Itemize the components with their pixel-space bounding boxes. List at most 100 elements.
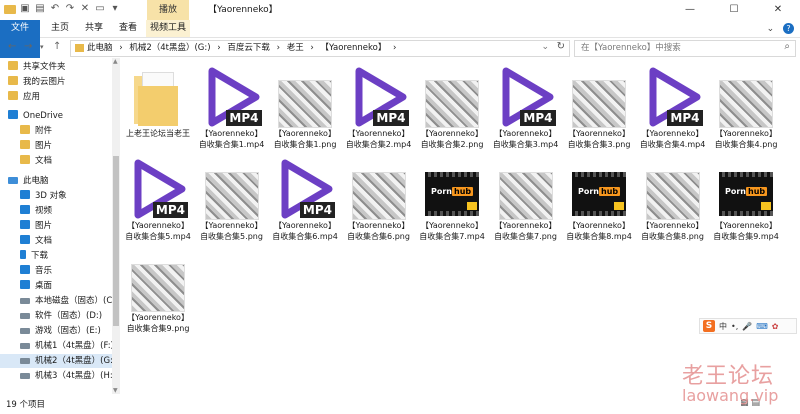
crumb-item[interactable]: 百度云下载: [227, 43, 270, 53]
file-item[interactable]: 上老王论坛当老王: [124, 62, 192, 152]
scroll-up-icon[interactable]: ▲: [113, 58, 118, 65]
ime-language[interactable]: 中: [719, 321, 727, 332]
sidebar-item-this-pc[interactable]: 此电脑: [8, 174, 49, 188]
sogou-logo-icon[interactable]: S: [703, 320, 715, 332]
file-item[interactable]: MP4 【Yaorenneko】自收集合集4.mp4: [639, 62, 707, 152]
help-icon[interactable]: ?: [783, 23, 794, 34]
sidebar-item-onedrive[interactable]: OneDrive: [8, 109, 63, 123]
sidebar-item-drive-e[interactable]: 游戏（固态）(E:): [20, 324, 101, 338]
crumb-separator[interactable]: ›: [217, 43, 220, 53]
delete-icon[interactable]: ✕: [79, 3, 91, 15]
crumb-item[interactable]: 【Yaorenneko】: [321, 43, 387, 53]
file-name: 【Yaorenneko】自收集合集1.png: [273, 129, 337, 149]
search-input[interactable]: 在【Yaorenneko】中搜索: [581, 41, 681, 56]
crumb-separator[interactable]: ›: [119, 43, 122, 53]
file-name: 【Yaorenneko】自收集合集3.png: [567, 129, 631, 149]
refresh-icon[interactable]: ↻: [557, 41, 565, 52]
drive-icon: [20, 343, 30, 349]
file-item[interactable]: MP4 【Yaorenneko】自收集合集1.mp4: [198, 62, 266, 152]
recent-locations-icon[interactable]: ▾: [40, 43, 44, 51]
up-icon[interactable]: ↑: [53, 41, 61, 52]
sidebar-item-pictures[interactable]: 图片: [20, 219, 52, 233]
crumb-separator[interactable]: ›: [393, 43, 396, 53]
file-item[interactable]: 【Yaorenneko】自收集合集6.png: [345, 154, 413, 244]
skin-icon[interactable]: ✿: [772, 322, 779, 331]
video-thumbnail: MP4: [130, 158, 190, 220]
file-item[interactable]: 【Yaorenneko】自收集合集8.png: [639, 154, 707, 244]
customize-icon[interactable]: ▾: [109, 3, 121, 15]
crumb-separator[interactable]: ›: [277, 43, 280, 53]
context-tab-play[interactable]: 播放: [147, 0, 189, 20]
expand-ribbon-icon[interactable]: ⌄: [767, 24, 775, 34]
sidebar-item-documents[interactable]: 文档: [20, 234, 52, 248]
properties-icon[interactable]: ▣: [19, 3, 31, 15]
sidebar-item-onedrive-pictures[interactable]: 图片: [20, 139, 52, 153]
sidebar-item-3d-objects[interactable]: 3D 对象: [20, 189, 67, 203]
search-icon[interactable]: ⌕: [784, 41, 790, 52]
scrollbar-thumb[interactable]: [113, 156, 119, 326]
back-icon[interactable]: ←: [8, 41, 16, 52]
chevron-down-icon[interactable]: ⌄: [541, 42, 549, 52]
tab-view[interactable]: 查看: [114, 20, 142, 37]
file-item[interactable]: 【Yaorenneko】自收集合集9.png: [124, 246, 192, 336]
file-item[interactable]: Porn hub 【Yaorenneko】自收集合集7.mp4: [418, 154, 486, 244]
crumb-item[interactable]: 机械2（4t黑盘）(G:): [129, 43, 210, 53]
file-item[interactable]: Porn hub 【Yaorenneko】自收集合集8.mp4: [565, 154, 633, 244]
sidebar-item-downloads[interactable]: 下载: [20, 249, 48, 263]
undo-icon[interactable]: ↶: [49, 3, 61, 15]
sidebar-item-apps[interactable]: 应用: [8, 90, 40, 104]
tab-home[interactable]: 主页: [46, 20, 74, 37]
file-item[interactable]: MP4 【Yaorenneko】自收集合集6.mp4: [271, 154, 339, 244]
thumbnail-logo: Porn hub: [725, 187, 768, 196]
crumb-item[interactable]: 此电脑: [87, 43, 113, 53]
search-box[interactable]: 在【Yaorenneko】中搜索 ⌕: [574, 40, 796, 57]
file-item[interactable]: 【Yaorenneko】自收集合集7.png: [492, 154, 560, 244]
file-name: 【Yaorenneko】自收集合集6.png: [347, 221, 410, 241]
sidebar-item-shared-folder[interactable]: 共享文件夹: [8, 60, 66, 74]
sidebar-item-drive-f[interactable]: 机械1（4t黑盘）(F:): [20, 339, 114, 353]
sidebar-item-drive-g[interactable]: 机械2（4t黑盘）(G:): [0, 354, 116, 368]
redo-icon[interactable]: ↷: [64, 3, 76, 15]
new-folder-icon[interactable]: ▤: [34, 3, 46, 15]
rename-icon[interactable]: ▭: [94, 3, 106, 15]
tab-share[interactable]: 共享: [80, 20, 108, 37]
forward-icon[interactable]: →: [24, 41, 32, 52]
file-name: 【Yaorenneko】自收集合集8.mp4: [566, 221, 632, 241]
file-item[interactable]: 【Yaorenneko】自收集合集4.png: [712, 62, 780, 152]
file-item[interactable]: MP4 【Yaorenneko】自收集合集5.mp4: [124, 154, 192, 244]
address-bar[interactable]: 此电脑 › 机械2（4t黑盘）(G:) › 百度云下载 › 老王 › 【Yaor…: [70, 40, 570, 57]
minimize-button[interactable]: —: [668, 0, 712, 20]
maximize-button[interactable]: ☐: [712, 0, 756, 20]
ime-toolbar[interactable]: S 中 •, 🎤 ⌨ ✿: [699, 318, 797, 334]
scroll-down-icon[interactable]: ▼: [113, 387, 118, 394]
file-item[interactable]: 【Yaorenneko】自收集合集3.png: [565, 62, 633, 152]
crumb-item[interactable]: 老王: [287, 43, 304, 53]
file-item[interactable]: MP4 【Yaorenneko】自收集合集3.mp4: [492, 62, 560, 152]
file-name: 【Yaorenneko】自收集合集9.mp4: [713, 221, 779, 241]
close-button[interactable]: ✕: [756, 0, 800, 20]
sidebar-item-label: 软件（固态）(D:): [35, 311, 103, 321]
ime-punctuation[interactable]: •,: [731, 322, 738, 331]
file-item[interactable]: Porn hub 【Yaorenneko】自收集合集9.mp4: [712, 154, 780, 244]
folder-icon: [8, 76, 18, 85]
sidebar-item-drive-d[interactable]: 软件（固态）(D:): [20, 309, 102, 323]
sidebar-item-desktop[interactable]: 桌面: [20, 279, 52, 293]
tab-video-tools[interactable]: 视频工具: [146, 20, 190, 37]
crumb-separator[interactable]: ›: [310, 43, 313, 53]
file-item[interactable]: 【Yaorenneko】自收集合集1.png: [271, 62, 339, 152]
sidebar-item-cloud-pictures[interactable]: 我的云图片: [8, 75, 66, 89]
file-item[interactable]: 【Yaorenneko】自收集合集5.png: [198, 154, 266, 244]
sidebar-item-attachments[interactable]: 附件: [20, 124, 52, 138]
image-thumbnail: [645, 172, 700, 220]
keyboard-icon[interactable]: ⌨: [756, 322, 768, 331]
file-item[interactable]: 【Yaorenneko】自收集合集2.png: [418, 62, 486, 152]
sidebar-item-drive-h[interactable]: 机械3（4t黑盘）(H:): [20, 369, 116, 383]
file-item[interactable]: MP4 【Yaorenneko】自收集合集2.mp4: [345, 62, 413, 152]
sidebar-item-videos[interactable]: 视频: [20, 204, 52, 218]
sidebar-item-drive-c[interactable]: 本地磁盘（固态）(C:): [20, 294, 118, 308]
sidebar-item-music[interactable]: 音乐: [20, 264, 52, 278]
sidebar-item-onedrive-documents[interactable]: 文档: [20, 154, 52, 168]
sidebar-item-label: 视频: [35, 206, 53, 216]
sidebar-scrollbar[interactable]: ▲ ▼: [112, 58, 120, 394]
microphone-icon[interactable]: 🎤: [742, 322, 752, 331]
